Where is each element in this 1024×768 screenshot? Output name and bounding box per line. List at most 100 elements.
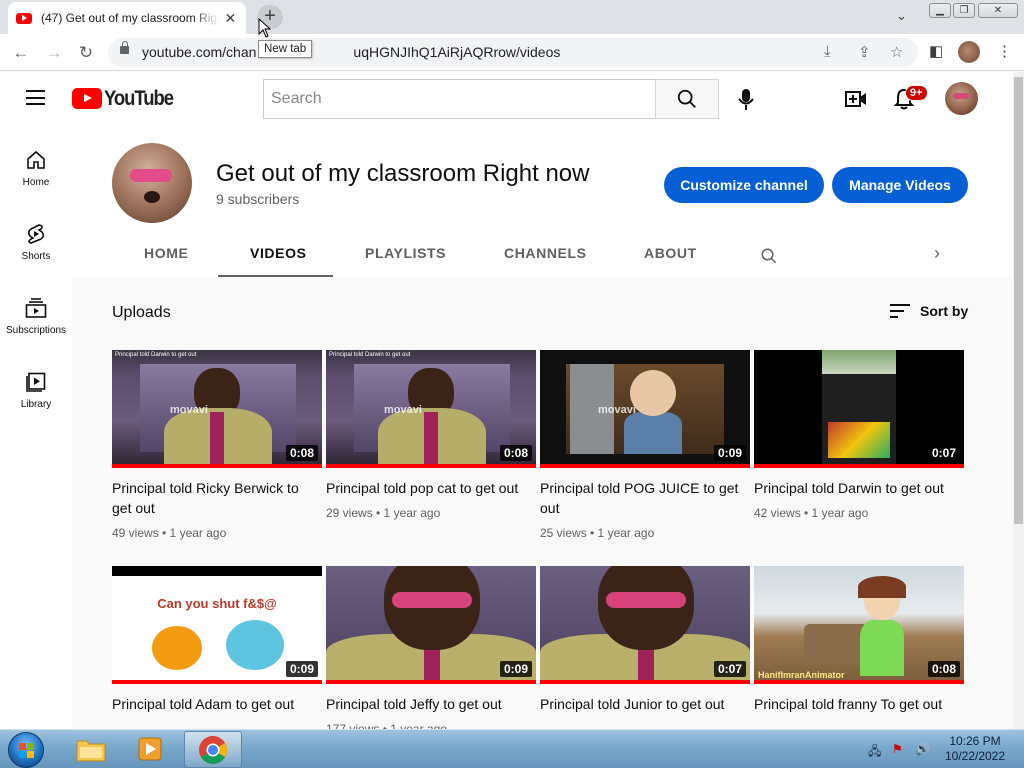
tab-playlists[interactable]: PLAYLISTS xyxy=(365,245,446,261)
folder-icon xyxy=(76,740,106,762)
guide-item-shorts[interactable]: Shorts xyxy=(0,222,72,262)
tab-home[interactable]: HOME xyxy=(144,245,188,261)
video-thumbnail[interactable]: movavi 0:09 xyxy=(540,350,750,468)
video-thumbnail[interactable]: movavi Principal told Darwin to get out 0… xyxy=(112,350,322,468)
close-window-button[interactable]: ✕ xyxy=(978,3,1018,18)
action-center-icon[interactable]: ⚑ xyxy=(892,742,906,756)
video-thumbnail[interactable]: 0:07 xyxy=(540,566,750,684)
guide-item-library[interactable]: Library xyxy=(0,370,72,410)
sort-by-button[interactable]: Sort by xyxy=(890,303,968,319)
video-meta: 29 views • 1 year ago xyxy=(326,506,441,520)
video-title[interactable]: Principal told Adam to get out xyxy=(112,694,322,714)
channel-name: Get out of my classroom Right now xyxy=(216,160,590,187)
subscriber-count: 9 subscribers xyxy=(216,191,300,207)
uploads-heading: Uploads xyxy=(112,304,171,321)
clock-date: 10/22/2022 xyxy=(944,749,1006,763)
guide-label-home: Home xyxy=(22,177,50,188)
chevron-right-icon[interactable]: › xyxy=(934,243,940,264)
guide-item-home[interactable]: Home xyxy=(0,148,72,188)
guide-label-shorts: Shorts xyxy=(21,251,51,262)
movavi-watermark: movavi xyxy=(384,404,422,416)
restore-button[interactable]: ❐ xyxy=(953,3,975,18)
tab-search-chevron-icon[interactable]: ⌄ xyxy=(896,8,907,24)
account-avatar[interactable] xyxy=(945,82,978,115)
install-app-icon[interactable]: ⤓ xyxy=(824,43,831,60)
video-title[interactable]: Principal told Ricky Berwick to get out xyxy=(112,478,322,518)
browser-toolbar: ← → ↻ youtube.com/chan uqHGNJIhQ1AiRjAQRr… xyxy=(0,34,1024,71)
movavi-watermark: movavi xyxy=(170,404,208,416)
profile-avatar[interactable] xyxy=(958,41,980,63)
video-title[interactable]: Principal told Junior to get out xyxy=(540,694,750,714)
video-title[interactable]: Principal told Darwin to get out xyxy=(754,478,964,498)
share-icon[interactable]: ⇪ xyxy=(858,43,871,61)
sort-icon xyxy=(890,304,910,318)
microphone-icon[interactable] xyxy=(738,88,754,112)
tab-close-icon[interactable]: ✕ xyxy=(223,10,238,27)
watch-progress-bar xyxy=(326,464,536,468)
video-meta: 42 views • 1 year ago xyxy=(754,506,869,520)
taskbar-chrome[interactable] xyxy=(184,731,242,768)
video-duration: 0:08 xyxy=(499,445,532,461)
guide-item-subscriptions[interactable]: Subscriptions xyxy=(0,296,72,336)
video-thumbnail[interactable]: movavi Principal told Darwin to get out 0… xyxy=(326,350,536,468)
tab-about[interactable]: ABOUT xyxy=(644,245,697,261)
thumbnail-credit: HanifImranAnimator xyxy=(758,670,845,680)
video-card[interactable]: movavi 0:09 Principal told POG JUICE to … xyxy=(540,350,750,540)
video-card[interactable]: movavi Principal told Darwin to get out 0… xyxy=(326,350,536,520)
tab-videos[interactable]: VIDEOS xyxy=(250,245,307,261)
scrollbar-thumb[interactable] xyxy=(1014,77,1023,524)
channel-header: Get out of my classroom Right now 9 subs… xyxy=(72,126,1013,277)
chrome-icon xyxy=(199,736,227,764)
active-tab-indicator xyxy=(218,275,333,277)
video-title[interactable]: Principal told franny To get out xyxy=(754,694,964,714)
create-video-icon[interactable] xyxy=(845,90,867,108)
channel-avatar[interactable] xyxy=(112,143,192,223)
channel-search-icon[interactable] xyxy=(760,247,778,265)
video-card[interactable]: 0:07 Principal told Junior to get out xyxy=(540,566,750,722)
youtube-logo-icon[interactable] xyxy=(72,88,102,109)
url-text: youtube.com/chan uqHGNJIhQ1AiRjAQRrow/vid… xyxy=(142,44,561,60)
video-title[interactable]: Principal told Jeffy to get out xyxy=(326,694,536,714)
tab-channels[interactable]: CHANNELS xyxy=(504,245,587,261)
video-duration: 0:08 xyxy=(285,445,318,461)
video-duration: 0:09 xyxy=(499,661,532,677)
start-button[interactable] xyxy=(8,732,44,768)
forward-arrow-icon[interactable]: → xyxy=(42,41,66,65)
taskbar-media-player[interactable] xyxy=(122,731,180,768)
side-panel-icon[interactable]: ◧ xyxy=(929,42,943,60)
video-card[interactable]: 0:09 Principal told Jeffy to get out 177… xyxy=(326,566,536,736)
youtube-header: YouTube Search 9+ xyxy=(0,72,1013,126)
customize-channel-button[interactable]: Customize channel xyxy=(664,167,824,203)
youtube-logo-text[interactable]: YouTube xyxy=(104,87,174,111)
video-card[interactable]: 0:07 Principal told Darwin to get out 42… xyxy=(754,350,964,520)
video-thumbnail[interactable]: Can you shut f&$@ 0:09 xyxy=(112,566,322,684)
search-input[interactable]: Search xyxy=(263,79,656,119)
browser-menu-icon[interactable]: ⋮ xyxy=(997,42,1012,60)
sort-by-label: Sort by xyxy=(920,303,969,319)
video-card[interactable]: movavi Principal told Darwin to get out 0… xyxy=(112,350,322,540)
video-card[interactable]: Can you shut f&$@ 0:09 Principal told Ad… xyxy=(112,566,322,722)
mini-guide: Home Shorts Subscriptions Library xyxy=(0,126,72,729)
video-thumbnail[interactable]: HanifImranAnimator 0:08 xyxy=(754,566,964,684)
video-thumbnail[interactable]: 0:09 xyxy=(326,566,536,684)
watch-progress-bar xyxy=(754,464,964,468)
bookmark-star-icon[interactable]: ☆ xyxy=(890,43,903,61)
address-bar[interactable]: youtube.com/chan uqHGNJIhQ1AiRjAQRrow/vid… xyxy=(108,38,918,67)
minimize-button[interactable]: ▁ xyxy=(929,3,951,18)
taskbar-explorer[interactable] xyxy=(62,731,120,768)
page-scrollbar[interactable] xyxy=(1013,72,1024,729)
manage-videos-button[interactable]: Manage Videos xyxy=(832,167,968,203)
video-title[interactable]: Principal told pop cat to get out xyxy=(326,478,536,498)
search-button[interactable] xyxy=(655,79,719,119)
video-thumbnail[interactable]: 0:07 xyxy=(754,350,964,468)
reload-icon[interactable]: ↻ xyxy=(74,41,98,65)
video-title[interactable]: Principal told POG JUICE to get out xyxy=(540,478,750,518)
back-arrow-icon[interactable]: ← xyxy=(9,41,33,65)
browser-tab[interactable]: (47) Get out of my classroom Right now ✕ xyxy=(8,2,246,34)
thumbnail-caption: Principal told Darwin to get out xyxy=(115,352,197,358)
system-clock[interactable]: 10:26 PM 10/22/2022 xyxy=(940,734,1010,764)
volume-icon[interactable]: 🔊 xyxy=(915,742,930,756)
network-icon[interactable]: 🖧 xyxy=(868,742,882,758)
video-card[interactable]: HanifImranAnimator 0:08 Principal told f… xyxy=(754,566,964,722)
menu-icon[interactable] xyxy=(26,90,45,105)
